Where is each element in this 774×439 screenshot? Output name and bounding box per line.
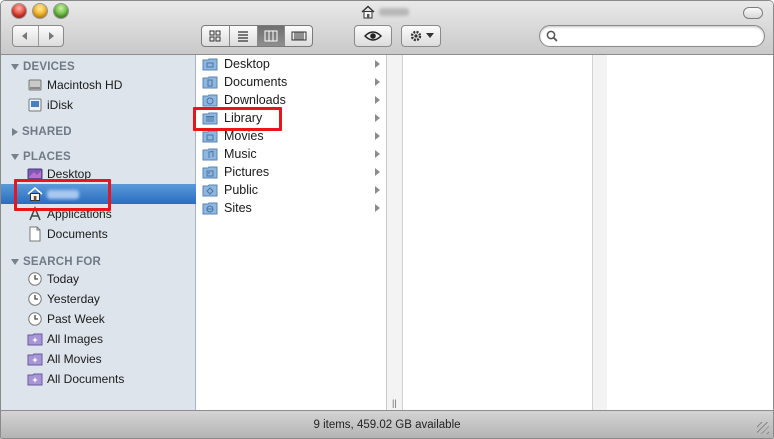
sidebar: DEVICES Macintosh HD iDisk SHARED PLACES [1, 55, 196, 412]
disclosure-arrow-icon [375, 150, 380, 158]
column-view-button[interactable] [256, 26, 285, 46]
sidebar-section-devices[interactable]: DEVICES [11, 61, 75, 73]
home-icon [361, 5, 375, 19]
disclosure-triangle-icon [11, 154, 19, 160]
window-title-blurred [379, 8, 409, 16]
gear-icon [410, 30, 421, 42]
icon-view-button[interactable] [202, 26, 229, 46]
toolbar-toggle-button[interactable] [743, 7, 763, 19]
view-mode-control [201, 25, 313, 47]
folder-row-sites[interactable]: Sites [196, 199, 386, 217]
public-folder-icon [202, 184, 218, 197]
column-divider [387, 55, 402, 412]
sidebar-item-all-images[interactable]: All Images [1, 329, 196, 349]
folder-row-public[interactable]: Public [196, 181, 386, 199]
sidebar-item-all-movies[interactable]: All Movies [1, 349, 196, 369]
column-divider [593, 55, 607, 412]
column-resize-handle[interactable]: || [392, 398, 397, 408]
disclosure-arrow-icon [375, 96, 380, 104]
sidebar-section-shared[interactable]: SHARED [11, 126, 72, 138]
disclosure-arrow-icon [375, 114, 380, 122]
disclosure-triangle-icon [11, 259, 19, 265]
finder-window: DEVICES Macintosh HD iDisk SHARED PLACES [0, 0, 774, 439]
disclosure-triangle-icon [11, 64, 19, 70]
icon-view-icon [209, 30, 221, 42]
eye-icon [364, 31, 382, 41]
zoom-window-button[interactable] [54, 4, 68, 18]
clock-icon [28, 312, 42, 326]
sidebar-item-yesterday[interactable]: Yesterday [1, 289, 196, 309]
idisk-icon [28, 98, 42, 112]
disclosure-arrow-icon [375, 204, 380, 212]
forward-button[interactable] [37, 26, 64, 46]
browser-column-empty [402, 55, 593, 412]
search-input[interactable] [562, 28, 764, 44]
disclosure-arrow-icon [375, 168, 380, 176]
sidebar-item-macintosh-hd[interactable]: Macintosh HD [1, 75, 196, 95]
action-menu-button[interactable] [401, 25, 441, 47]
search-field[interactable] [539, 25, 765, 47]
sidebar-item-idisk[interactable]: iDisk [1, 95, 196, 115]
highlight-box-home [14, 179, 111, 211]
document-icon [29, 226, 41, 242]
sidebar-item-all-documents[interactable]: All Documents [1, 369, 196, 389]
folder-icon [202, 76, 218, 89]
sidebar-item-today[interactable]: Today [1, 269, 196, 289]
smart-folder-icon [27, 333, 43, 346]
folder-row-documents[interactable]: Documents [196, 73, 386, 91]
disclosure-arrow-icon [375, 186, 380, 194]
resize-grip[interactable] [757, 422, 769, 434]
toolbar [1, 1, 773, 55]
downloads-folder-icon [202, 94, 218, 107]
sidebar-item-past-week[interactable]: Past Week [1, 309, 196, 329]
close-window-button[interactable] [12, 4, 26, 18]
folder-icon [202, 58, 218, 71]
highlight-box-library [193, 107, 282, 131]
status-text: 9 items, 459.02 GB available [313, 418, 461, 431]
coverflow-view-button[interactable] [284, 26, 312, 46]
coverflow-view-icon [291, 31, 307, 41]
smart-folder-icon [27, 353, 43, 366]
sites-folder-icon [202, 202, 218, 215]
column-view-icon [264, 30, 278, 42]
disclosure-triangle-icon [12, 128, 18, 136]
minimize-window-button[interactable] [33, 4, 47, 18]
quick-look-button[interactable] [354, 25, 392, 47]
clock-icon [28, 272, 42, 286]
folder-row-desktop[interactable]: Desktop [196, 55, 386, 73]
list-view-icon [238, 31, 249, 42]
sidebar-section-places[interactable]: PLACES [11, 151, 71, 163]
music-folder-icon [202, 148, 218, 161]
back-forward-control [12, 25, 64, 47]
disclosure-arrow-icon [375, 78, 380, 86]
smart-folder-icon [27, 373, 43, 386]
hard-drive-icon [28, 79, 42, 91]
disclosure-arrow-icon [375, 132, 380, 140]
clock-icon [28, 292, 42, 306]
pictures-folder-icon [202, 166, 218, 179]
back-button[interactable] [13, 26, 38, 46]
sidebar-section-search-for[interactable]: SEARCH FOR [11, 256, 101, 268]
sidebar-item-documents[interactable]: Documents [1, 224, 196, 244]
forward-arrow-icon [48, 32, 54, 40]
disclosure-arrow-icon [375, 60, 380, 68]
window-title [361, 4, 409, 20]
folder-row-music[interactable]: Music [196, 145, 386, 163]
chevron-down-icon [425, 33, 434, 38]
search-icon [546, 30, 558, 42]
status-bar: 9 items, 459.02 GB available [1, 410, 773, 438]
folder-row-pictures[interactable]: Pictures [196, 163, 386, 181]
list-view-button[interactable] [228, 26, 257, 46]
back-arrow-icon [22, 32, 28, 40]
